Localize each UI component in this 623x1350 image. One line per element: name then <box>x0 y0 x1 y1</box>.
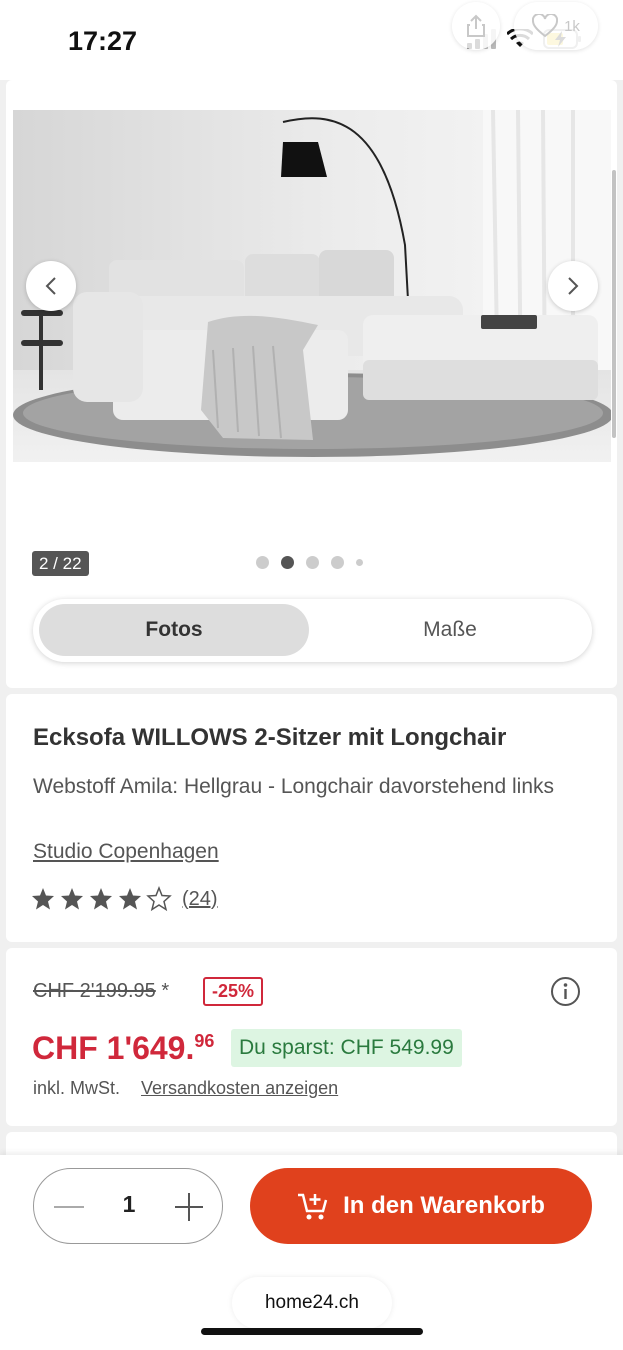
share-button[interactable] <box>452 2 500 50</box>
like-count: 1k <box>564 17 580 35</box>
tax-note: inkl. MwSt. <box>33 1078 121 1098</box>
brand-link[interactable]: Studio Copenhagen <box>33 840 219 864</box>
product-photo[interactable] <box>13 110 611 462</box>
gallery-prev-button[interactable] <box>26 261 76 311</box>
rating-count[interactable]: (24) <box>182 888 218 911</box>
minus-icon <box>54 1206 84 1208</box>
star-rating-icon <box>32 887 171 911</box>
home-indicator[interactable] <box>201 1328 423 1335</box>
old-price: CHF 2'199.95 * <box>33 980 169 1003</box>
discount-badge: -25% <box>203 977 264 1006</box>
current-price-main: CHF 1'649. <box>32 1030 195 1066</box>
quantity-decrease-button[interactable] <box>54 1193 84 1221</box>
chevron-left-icon <box>45 277 56 295</box>
current-price-cents: 96 <box>194 1031 215 1051</box>
page-scrollbar[interactable] <box>612 170 616 438</box>
quantity-increase-button[interactable] <box>174 1193 204 1221</box>
product-rating[interactable]: (24) <box>32 886 218 912</box>
info-icon[interactable] <box>550 976 581 1007</box>
product-variant: Webstoff Amila: Hellgrau - Longchair dav… <box>33 775 555 798</box>
shipping-costs-link[interactable]: Versandkosten anzeigen <box>141 1078 338 1099</box>
sofa-photo <box>13 110 611 462</box>
old-price-marker: * <box>161 980 170 1002</box>
gallery-dot-active[interactable] <box>281 556 294 569</box>
status-time: 17:27 <box>68 26 138 56</box>
tab-fotos[interactable]: Fotos <box>39 604 309 656</box>
media-tabs: Fotos Maße <box>33 599 592 662</box>
wishlist-button[interactable]: 1k <box>514 2 598 50</box>
gallery-dot[interactable] <box>331 556 344 569</box>
add-to-cart-label: In den Warenkorb <box>343 1192 545 1219</box>
gallery-dot[interactable] <box>306 556 319 569</box>
share-icon <box>467 14 485 37</box>
add-to-cart-button[interactable]: In den Warenkorb <box>250 1168 592 1244</box>
gallery-next-button[interactable] <box>548 261 598 311</box>
old-price-value: CHF 2'199.95 <box>33 980 156 1002</box>
savings-badge: Du sparst: CHF 549.99 <box>231 1029 462 1067</box>
quantity-value[interactable]: 1 <box>114 1191 144 1218</box>
plus-icon <box>175 1193 203 1221</box>
gallery-dot[interactable] <box>356 559 363 566</box>
chevron-right-icon <box>568 277 579 295</box>
product-title: Ecksofa WILLOWS 2-Sitzer mit Longchair <box>33 724 507 751</box>
gallery-counter: 2 / 22 <box>32 551 89 576</box>
gallery-dot[interactable] <box>256 556 269 569</box>
current-price: CHF 1'649.96 <box>32 1030 214 1067</box>
gallery-dots[interactable] <box>256 556 363 569</box>
quantity-stepper: 1 <box>33 1168 223 1244</box>
cart-add-icon <box>298 1193 328 1220</box>
heart-icon <box>532 14 559 38</box>
browser-url-bar[interactable]: home24.ch <box>232 1277 392 1329</box>
tab-masse[interactable]: Maße <box>333 604 567 656</box>
